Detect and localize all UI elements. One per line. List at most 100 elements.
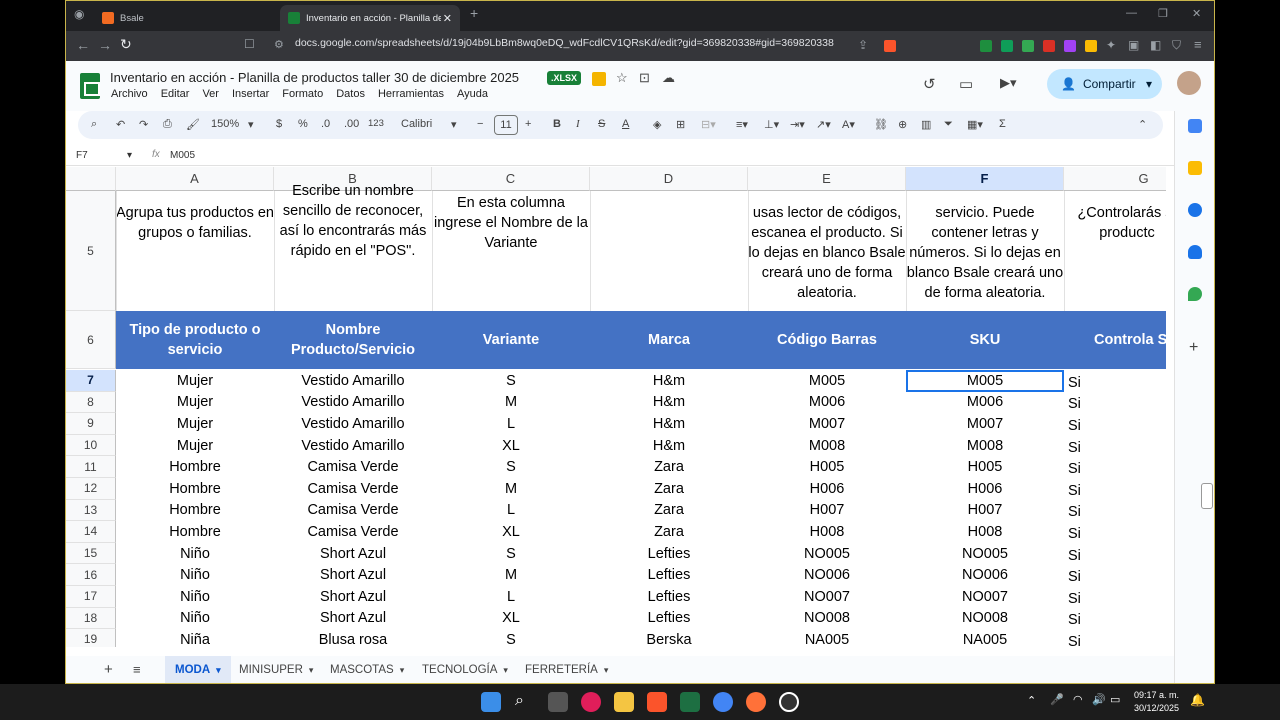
maps-icon[interactable] (1188, 287, 1202, 301)
table-cell[interactable]: H007 (906, 500, 1064, 522)
document-title[interactable]: Inventario en acción - Planilla de produ… (110, 70, 519, 85)
table-cell[interactable]: Blusa rosa (274, 629, 432, 647)
table-cell[interactable]: H&m (590, 370, 748, 392)
horizontal-align-icon[interactable]: ≡▾ (736, 118, 748, 131)
star-icon[interactable]: ☆ (616, 70, 628, 86)
table-cell[interactable]: Camisa Verde (274, 478, 432, 500)
extensions-puzzle-icon[interactable]: ✦ (1106, 38, 1116, 52)
text-rotation-icon[interactable]: ↗▾ (816, 118, 831, 131)
tab-sheets[interactable]: Inventario en acción - Planilla de ✕ (280, 5, 460, 31)
merge-cells-icon[interactable]: ⊟▾ (701, 118, 716, 131)
split-view-icon[interactable]: ◧ (1150, 38, 1161, 52)
description-cell-g[interactable]: ¿Controlarás st productc (1064, 191, 1166, 311)
table-cell[interactable]: M007 (906, 413, 1064, 435)
table-cell[interactable]: NO006 (748, 564, 906, 586)
menu-herramientas[interactable]: Herramientas (378, 88, 444, 100)
table-cell[interactable]: Zara (590, 478, 748, 500)
table-cell[interactable]: Lefties (590, 608, 748, 630)
table-cell[interactable]: M (432, 392, 590, 414)
table-cell[interactable]: H006 (906, 478, 1064, 500)
functions-button[interactable]: Σ (999, 118, 1006, 130)
contacts-icon[interactable] (1188, 245, 1202, 259)
table-cell[interactable]: Si (1064, 435, 1166, 457)
vertical-align-icon[interactable]: ⊥▾ (764, 118, 779, 131)
extension-icon[interactable] (1043, 40, 1055, 52)
description-cell-d[interactable] (590, 191, 748, 311)
sheet-tab-ferreteria[interactable]: FERRETERÍA ▾ (515, 656, 618, 683)
chevron-down-icon[interactable]: ▾ (451, 118, 457, 131)
table-cell[interactable]: Vestido Amarillo (274, 413, 432, 435)
menu-insertar[interactable]: Insertar (232, 88, 269, 100)
table-cell[interactable]: Si (1064, 586, 1166, 608)
table-cell[interactable]: NO008 (748, 608, 906, 630)
table-cell[interactable]: Zara (590, 500, 748, 522)
table-cell[interactable]: Vestido Amarillo (274, 370, 432, 392)
chevron-down-icon[interactable]: ▾ (604, 665, 609, 676)
bold-button[interactable]: B (553, 118, 561, 130)
row-header[interactable]: 7 (66, 370, 116, 392)
sheet-tab-tecnologia[interactable]: TECNOLOGÍA ▾ (412, 656, 518, 683)
table-cell[interactable]: M (432, 564, 590, 586)
add-addon-icon[interactable]: + (1189, 339, 1198, 357)
row-header[interactable]: 13 (66, 499, 116, 522)
table-cell[interactable]: H005 (906, 456, 1064, 478)
table-cell[interactable]: Camisa Verde (274, 500, 432, 522)
table-cell[interactable]: Si (1064, 456, 1166, 478)
table-cell[interactable]: Berska (590, 629, 748, 647)
meet-icon[interactable]: ▶▾ (1000, 75, 1017, 91)
table-cell[interactable]: Zara (590, 456, 748, 478)
microphone-icon[interactable]: 🎤 (1050, 693, 1064, 706)
table-cell[interactable]: Si (1064, 629, 1166, 647)
table-cell[interactable]: Si (1064, 478, 1166, 500)
vpn-shield-icon[interactable]: ⛉ (1172, 38, 1181, 53)
wifi-icon[interactable]: ◠ (1073, 693, 1083, 706)
minimize-icon[interactable]: — (1126, 7, 1137, 19)
history-icon[interactable]: ↺ (923, 75, 936, 93)
row-header[interactable]: 8 (66, 391, 116, 414)
start-icon[interactable] (481, 692, 501, 712)
table-cell[interactable]: S (432, 543, 590, 565)
description-cell-b[interactable]: Escribe un nombre sencillo de reconocer,… (274, 181, 432, 311)
borders-icon[interactable]: ⊞ (676, 118, 685, 131)
text-color-icon[interactable]: A (622, 118, 629, 130)
table-cell[interactable]: Niña (116, 629, 274, 647)
sheet-tab-minisuper[interactable]: MINISUPER ▾ (229, 656, 323, 683)
table-cell[interactable]: Si (1064, 392, 1166, 414)
table-cell[interactable]: Mujer (116, 413, 274, 435)
column-header-d[interactable]: D (590, 167, 748, 191)
menu-ver[interactable]: Ver (202, 88, 219, 100)
sheet-tab-mascotas[interactable]: MASCOTAS ▾ (320, 656, 414, 683)
table-cell[interactable]: NO007 (748, 586, 906, 608)
zoom-select[interactable]: 150% (211, 118, 239, 130)
table-cell[interactable]: Si (1064, 500, 1166, 522)
move-folder-icon[interactable]: ⊡ (639, 70, 650, 86)
file-explorer-icon[interactable] (614, 692, 634, 712)
table-cell[interactable]: Hombre (116, 500, 274, 522)
currency-format-button[interactable]: $ (276, 118, 282, 130)
row-header[interactable]: 14 (66, 521, 116, 543)
table-cell[interactable]: XL (432, 435, 590, 457)
chevron-down-icon[interactable]: ▾ (400, 665, 405, 676)
undo-icon[interactable]: ↶ (116, 118, 125, 131)
table-cell[interactable]: M006 (748, 392, 906, 414)
insert-link-icon[interactable]: ⛓ (874, 118, 888, 131)
table-cell[interactable]: M007 (748, 413, 906, 435)
decrease-decimals-button[interactable]: .0 (321, 118, 330, 130)
table-cell[interactable]: S (432, 370, 590, 392)
close-tab-icon[interactable]: ✕ (443, 12, 452, 25)
table-cell[interactable]: M005 (748, 370, 906, 392)
table-cell[interactable]: NO005 (906, 543, 1064, 565)
extension-badge-icon[interactable] (592, 72, 606, 86)
column-header-c[interactable]: C (432, 167, 590, 191)
table-cell[interactable]: Camisa Verde (274, 521, 432, 543)
insert-chart-icon[interactable]: ▥ (921, 118, 931, 131)
table-cell[interactable]: Short Azul (274, 543, 432, 565)
percent-format-button[interactable]: % (298, 118, 308, 130)
insert-comment-icon[interactable]: ⊕ (898, 118, 907, 131)
table-cell[interactable]: Zara (590, 521, 748, 543)
row-header[interactable]: 17 (66, 586, 116, 608)
table-cell[interactable]: NO005 (748, 543, 906, 565)
formula-input[interactable]: M005 (170, 150, 195, 161)
extension-icon[interactable] (1022, 40, 1034, 52)
menu-datos[interactable]: Datos (336, 88, 365, 100)
